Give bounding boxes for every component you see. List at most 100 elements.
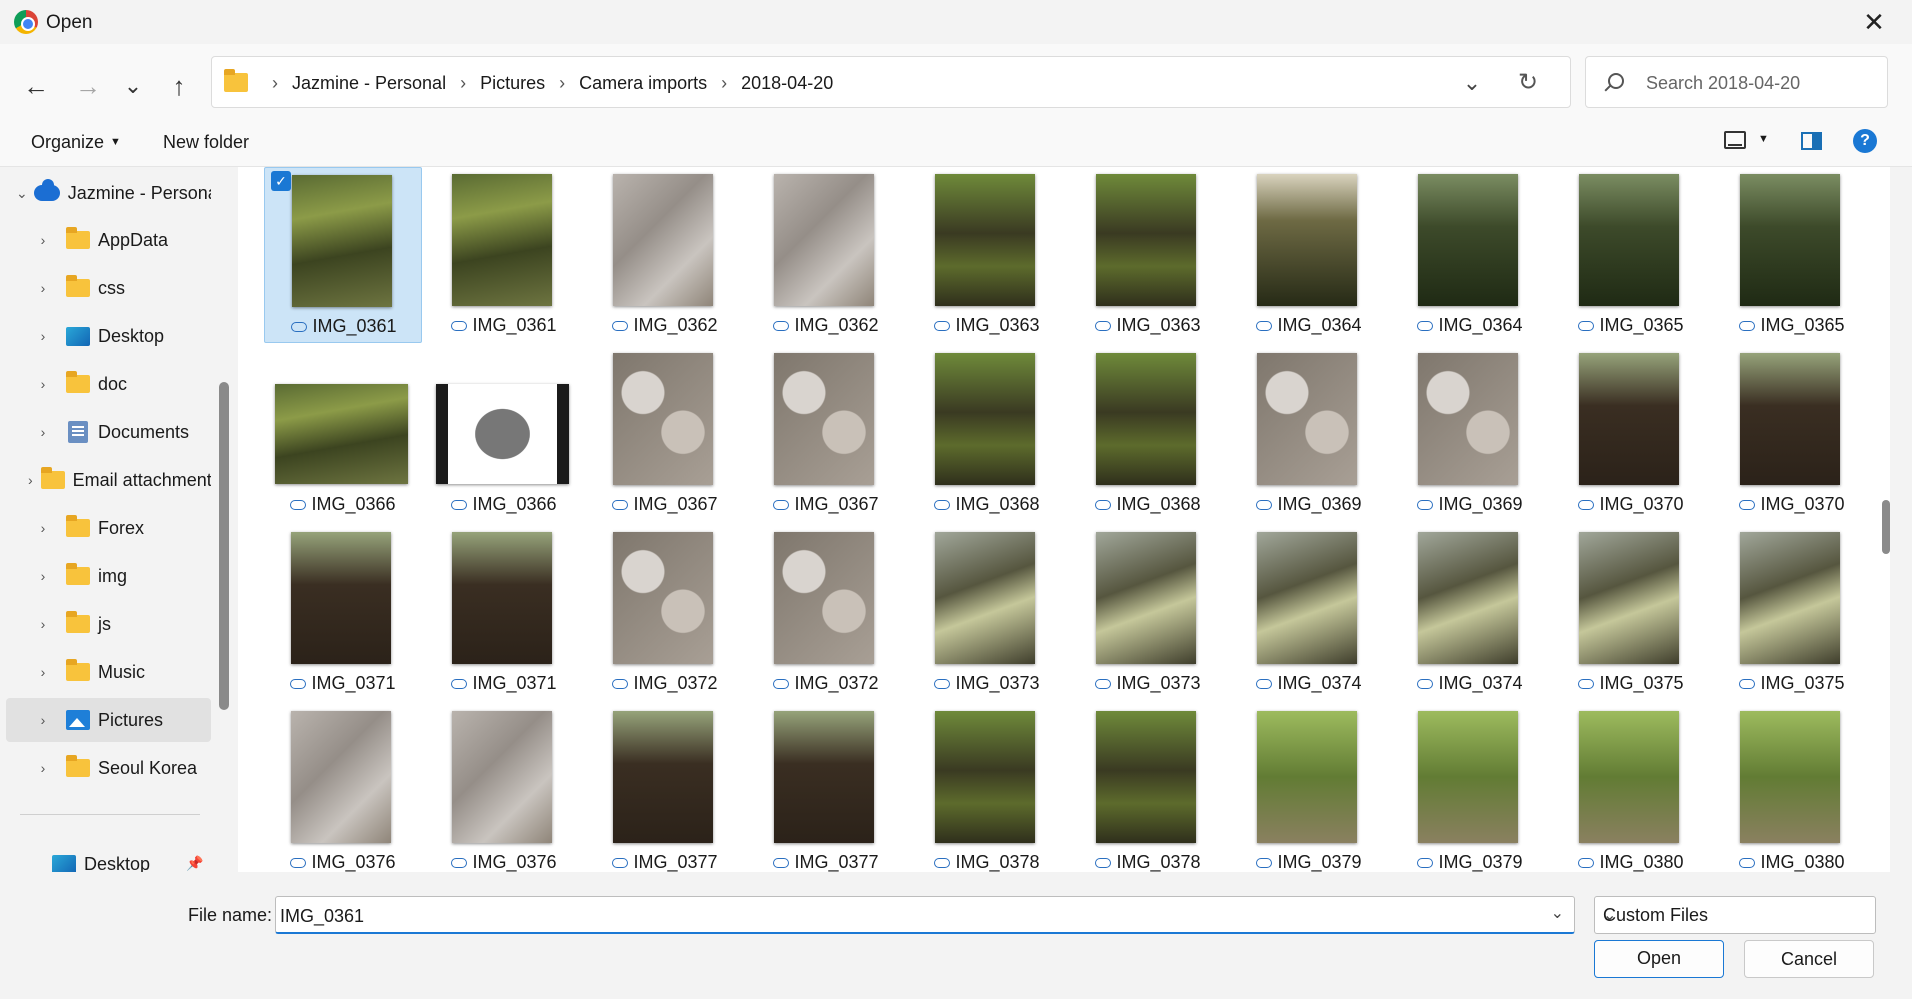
breadcrumb-separator[interactable]: › [460,73,466,94]
view-options-icon[interactable] [1724,131,1746,149]
chevron-right-icon[interactable]: › [28,760,58,776]
file-item[interactable]: IMG_0362 [747,167,905,343]
file-name-input[interactable] [280,904,1530,928]
breadcrumb-item[interactable]: Pictures [480,73,545,94]
file-item[interactable]: IMG_0362 [586,167,744,343]
file-item[interactable]: IMG_0361 [425,167,583,343]
file-item[interactable]: IMG_0368 [1069,346,1227,522]
file-item[interactable]: IMG_0363 [908,167,1066,343]
sidebar-item-music[interactable]: › Music [6,650,211,694]
refresh-icon[interactable]: ↻ [1510,65,1546,101]
chevron-right-icon[interactable]: › [28,520,58,536]
sidebar-item-doc[interactable]: › doc [6,362,211,406]
file-item[interactable]: IMG_0369 [1391,346,1549,522]
file-item[interactable]: IMG_0365 [1713,167,1871,343]
chevron-down-icon[interactable]: ⌄ [1551,903,1564,923]
recent-locations-chevron-icon[interactable]: ⌄ [115,68,151,104]
file-item[interactable]: IMG_0377 [586,704,744,872]
sidebar-item-onedrive[interactable]: ⌄ Jazmine - Personal [6,171,211,215]
file-item[interactable]: IMG_0365 [1552,167,1710,343]
file-item[interactable]: IMG_0372 [747,525,905,701]
back-arrow-icon[interactable]: ← [18,68,54,104]
breadcrumb-separator[interactable]: › [559,73,565,94]
file-item[interactable]: IMG_0375 [1552,525,1710,701]
breadcrumb-item[interactable]: Jazmine - Personal [292,73,446,94]
chevron-right-icon[interactable]: › [28,568,58,584]
file-item[interactable]: IMG_0368 [908,346,1066,522]
checkbox-checked-icon[interactable]: ✓ [271,171,291,191]
forward-arrow-icon[interactable]: → [70,68,106,104]
file-name-combobox[interactable]: ⌄ [275,896,1575,934]
file-type-select[interactable]: Custom Files ⌄ [1594,896,1876,934]
address-dropdown-chevron-icon[interactable]: ⌄ [1454,65,1490,101]
cancel-button[interactable]: Cancel [1744,940,1874,978]
file-item[interactable]: IMG_0374 [1230,525,1388,701]
file-item[interactable]: IMG_0375 [1713,525,1871,701]
chevron-right-icon[interactable]: › [28,424,58,440]
help-icon[interactable]: ? [1853,129,1877,153]
close-button[interactable]: ✕ [1854,6,1894,38]
file-item[interactable]: IMG_0366 [264,346,422,522]
breadcrumb-item[interactable]: Camera imports [579,73,707,94]
preview-pane-icon[interactable] [1801,132,1822,150]
chevron-right-icon[interactable]: › [28,232,58,248]
chevron-right-icon[interactable]: › [28,328,58,344]
file-item[interactable]: IMG_0367 [586,346,744,522]
sidebar-item-email-attachments[interactable]: › Email attachments [6,458,211,502]
chevron-down-icon[interactable]: ⌄ [16,185,28,202]
open-button[interactable]: Open [1594,940,1724,978]
file-item[interactable]: IMG_0364 [1391,167,1549,343]
sidebar-item-seoul-korea[interactable]: › Seoul Korea [6,746,211,790]
sidebar-item-pictures[interactable]: › Pictures [6,698,211,742]
pin-icon[interactable]: 📌 [186,855,203,871]
sidebar-item-desktop[interactable]: › Desktop [6,314,211,358]
file-item[interactable]: IMG_0380 [1552,704,1710,872]
sidebar-item-css[interactable]: › css [6,266,211,310]
file-item[interactable]: IMG_0374 [1391,525,1549,701]
sidebar-item-documents[interactable]: › Documents [6,410,211,454]
file-item[interactable]: IMG_0370 [1552,346,1710,522]
new-folder-button[interactable]: New folder [163,132,249,153]
search-input[interactable] [1646,70,1876,96]
address-bar[interactable]: › Jazmine - Personal › Pictures › Camera… [211,56,1571,108]
quick-access-desktop[interactable]: Desktop [0,842,199,872]
chevron-right-icon[interactable]: › [28,664,58,680]
file-item[interactable]: IMG_0369 [1230,346,1388,522]
organize-button[interactable]: Organize ▼ [31,132,121,153]
file-item[interactable]: IMG_0380 [1713,704,1871,872]
sidebar-item-js[interactable]: › js [6,602,211,646]
file-item[interactable]: IMG_0376 [264,704,422,872]
breadcrumb-item[interactable]: 2018-04-20 [741,73,833,94]
chevron-right-icon[interactable]: › [28,616,58,632]
file-item[interactable]: IMG_0372 [586,525,744,701]
file-item[interactable]: IMG_0371 [264,525,422,701]
file-item[interactable]: IMG_0366 [425,346,583,522]
sidebar-item-img[interactable]: › img [6,554,211,598]
file-item[interactable]: IMG_0370 [1713,346,1871,522]
file-item[interactable]: IMG_0379 [1391,704,1549,872]
file-view-scrollbar[interactable] [1882,500,1890,554]
chevron-right-icon[interactable]: › [28,280,58,296]
file-item[interactable]: IMG_0364 [1230,167,1388,343]
file-item[interactable]: IMG_0378 [1069,704,1227,872]
breadcrumb-separator[interactable]: › [721,73,727,94]
chevron-right-icon[interactable]: › [28,472,33,488]
file-item[interactable]: ✓ IMG_0361 [264,167,422,343]
file-item[interactable]: IMG_0376 [425,704,583,872]
up-arrow-icon[interactable]: ↑ [161,68,197,104]
file-item[interactable]: IMG_0373 [1069,525,1227,701]
file-item[interactable]: IMG_0378 [908,704,1066,872]
search-box[interactable] [1585,56,1888,108]
file-item[interactable]: IMG_0373 [908,525,1066,701]
file-item[interactable]: IMG_0371 [425,525,583,701]
sidebar-scrollbar[interactable] [219,382,229,710]
sidebar-item-forex[interactable]: › Forex [6,506,211,550]
chevron-right-icon[interactable]: › [28,712,58,728]
file-item[interactable]: IMG_0363 [1069,167,1227,343]
caret-down-icon[interactable]: ▼ [1758,133,1769,145]
file-item[interactable]: IMG_0379 [1230,704,1388,872]
chevron-right-icon[interactable]: › [28,376,58,392]
file-item[interactable]: IMG_0367 [747,346,905,522]
sidebar-item-appdata[interactable]: › AppData [6,218,211,262]
file-item[interactable]: IMG_0377 [747,704,905,872]
